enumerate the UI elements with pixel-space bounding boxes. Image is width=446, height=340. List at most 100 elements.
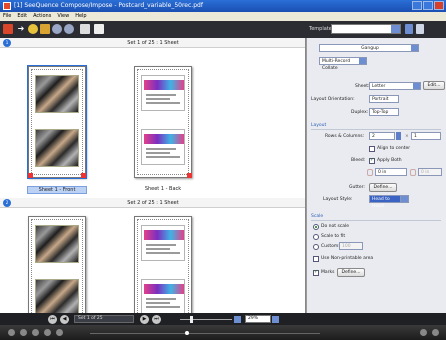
postcard-back-image: [141, 129, 185, 165]
postcard-back-image: [141, 279, 185, 313]
align-center-label: Align to center: [377, 146, 411, 151]
chevron-down-icon: [359, 58, 366, 64]
rows-stepper[interactable]: [396, 132, 401, 140]
bleed-label: Bleed:: [351, 158, 366, 163]
non-printable-checkbox[interactable]: [313, 256, 319, 262]
menu-actions[interactable]: Actions: [33, 12, 51, 21]
sheet-label[interactable]: Sheet 1 - Front: [27, 186, 87, 194]
minimize-button[interactable]: [412, 1, 422, 10]
sheet-size-select[interactable]: Letter: [369, 82, 421, 90]
window-title: [1] SeeQuence Compose/Impose - Postcard_…: [14, 2, 203, 9]
sheet-thumbnail[interactable]: [27, 65, 87, 179]
app-icon: [3, 2, 11, 10]
rows-columns-label: Rows & Columns:: [325, 134, 365, 139]
fullscreen-icon[interactable]: [432, 329, 439, 336]
fit-page-icon[interactable]: [272, 316, 279, 323]
layout-style-label: Layout Style:: [323, 197, 353, 202]
bleed-input-secondary[interactable]: 0 in: [418, 168, 442, 176]
play-icon[interactable]: [20, 329, 27, 336]
align-center-checkbox[interactable]: [369, 146, 375, 152]
volume-icon[interactable]: [420, 329, 427, 336]
panel-footer: [306, 313, 446, 325]
menu-view[interactable]: View: [57, 12, 69, 21]
grid-icon[interactable]: [80, 24, 90, 34]
gutter-define-button[interactable]: Define...: [369, 183, 397, 192]
media-progress-track[interactable]: [90, 333, 320, 334]
sheet-thumbnail[interactable]: [28, 216, 86, 313]
skip-icon[interactable]: [56, 329, 63, 336]
menu-edit[interactable]: Edit: [17, 12, 27, 21]
scale-to-fit-radio[interactable]: [313, 234, 319, 240]
maximize-button[interactable]: [423, 1, 433, 10]
last-set-icon[interactable]: ⏭: [152, 315, 161, 324]
previous-set-icon[interactable]: ◀: [60, 315, 69, 324]
duplex-label: Duplex:: [351, 110, 369, 115]
bleed-input[interactable]: 0 in: [375, 168, 407, 176]
zoom-select[interactable]: 29%: [245, 315, 271, 323]
document-icon[interactable]: [3, 24, 13, 34]
orientation-select[interactable]: Portrait: [369, 95, 399, 103]
page-icon[interactable]: [94, 24, 104, 34]
set-header[interactable]: 1 Set 1 of 25 : 1 Sheet: [0, 38, 305, 48]
set-select[interactable]: Set 1 of 25: [74, 315, 134, 323]
edit-sheet-button[interactable]: Edit...: [423, 81, 445, 90]
custom-scale-radio[interactable]: [313, 244, 319, 250]
link-icon: [367, 169, 373, 176]
chevron-down-icon: [411, 45, 418, 51]
close-button[interactable]: [434, 1, 444, 10]
duplex-select[interactable]: Top-Top: [369, 108, 399, 116]
stop-icon[interactable]: [32, 329, 39, 336]
custom-scale-input[interactable]: 100: [339, 242, 363, 250]
set-header-label: Set 1 of 25 : 1 Sheet: [127, 40, 179, 46]
forward-icon[interactable]: [44, 329, 51, 336]
zoom-slider-track[interactable]: [180, 319, 232, 320]
rewind-icon[interactable]: [8, 329, 15, 336]
sheet-label: Sheet:: [355, 84, 370, 89]
media-control-bar: [0, 325, 446, 340]
marks-define-button[interactable]: Define...: [337, 268, 365, 277]
sheet-label[interactable]: Sheet 1 - Back: [133, 186, 193, 192]
first-set-icon[interactable]: ⏮: [48, 315, 57, 324]
scale-option-label: Do not scale: [321, 224, 350, 229]
next-set-icon[interactable]: ▶: [140, 315, 149, 324]
zoom-in-icon[interactable]: [234, 316, 241, 323]
menu-help[interactable]: Help: [75, 12, 86, 21]
zoom-out-icon[interactable]: [64, 24, 74, 34]
postcard-front-image: [35, 279, 79, 313]
corner-mark: [28, 173, 33, 178]
zoom-slider-thumb[interactable]: [190, 316, 193, 323]
toolbar: ➜ Template:: [0, 21, 446, 38]
postcard-front-image: [35, 225, 79, 263]
zoom-in-icon[interactable]: [52, 24, 62, 34]
rows-input[interactable]: 2: [369, 132, 395, 140]
sheet-thumbnail[interactable]: [134, 216, 192, 313]
collate-select[interactable]: Multi-Record Collate: [319, 57, 367, 71]
columns-input[interactable]: 1: [411, 132, 441, 140]
set-toggle-icon[interactable]: 1: [3, 39, 11, 47]
scale-option-label: Scale to fit: [321, 234, 346, 239]
set-header-label: Set 2 of 25 : 1 Sheet: [127, 200, 179, 206]
preview-area: 1 Set 1 of 25 : 1 Sheet Sheet 1 - Front …: [0, 38, 306, 313]
crop-icon[interactable]: [40, 24, 50, 34]
pointer-icon[interactable]: ➜: [16, 24, 26, 34]
marks-checkbox[interactable]: [313, 269, 319, 276]
set-header[interactable]: 2 Set 2 of 25 : 1 Sheet: [0, 198, 305, 208]
mode-select[interactable]: Gangup: [319, 44, 419, 52]
save-template-icon[interactable]: [405, 24, 413, 34]
menu-file[interactable]: File: [3, 12, 11, 21]
scale-option-label: Custom:: [321, 244, 340, 249]
hand-icon[interactable]: [28, 24, 38, 34]
window-controls: [412, 1, 444, 10]
template-label: Template:: [309, 26, 334, 32]
template-select[interactable]: [331, 24, 401, 34]
apply-both-checkbox[interactable]: [369, 157, 375, 164]
chevron-down-icon: [401, 196, 408, 202]
delete-template-icon[interactable]: [416, 24, 424, 34]
layout-style-select[interactable]: Head to Head: [369, 195, 401, 209]
do-not-scale-radio[interactable]: [313, 224, 319, 230]
set-toggle-icon[interactable]: 2: [3, 199, 11, 207]
media-progress-thumb[interactable]: [185, 331, 189, 335]
sheet-thumbnail[interactable]: [134, 66, 192, 178]
scale-section-title: Scale: [311, 214, 324, 219]
preview-navigation-bar: ⏮ ◀ Set 1 of 25 ▶ ⏭ 29%: [0, 313, 306, 325]
